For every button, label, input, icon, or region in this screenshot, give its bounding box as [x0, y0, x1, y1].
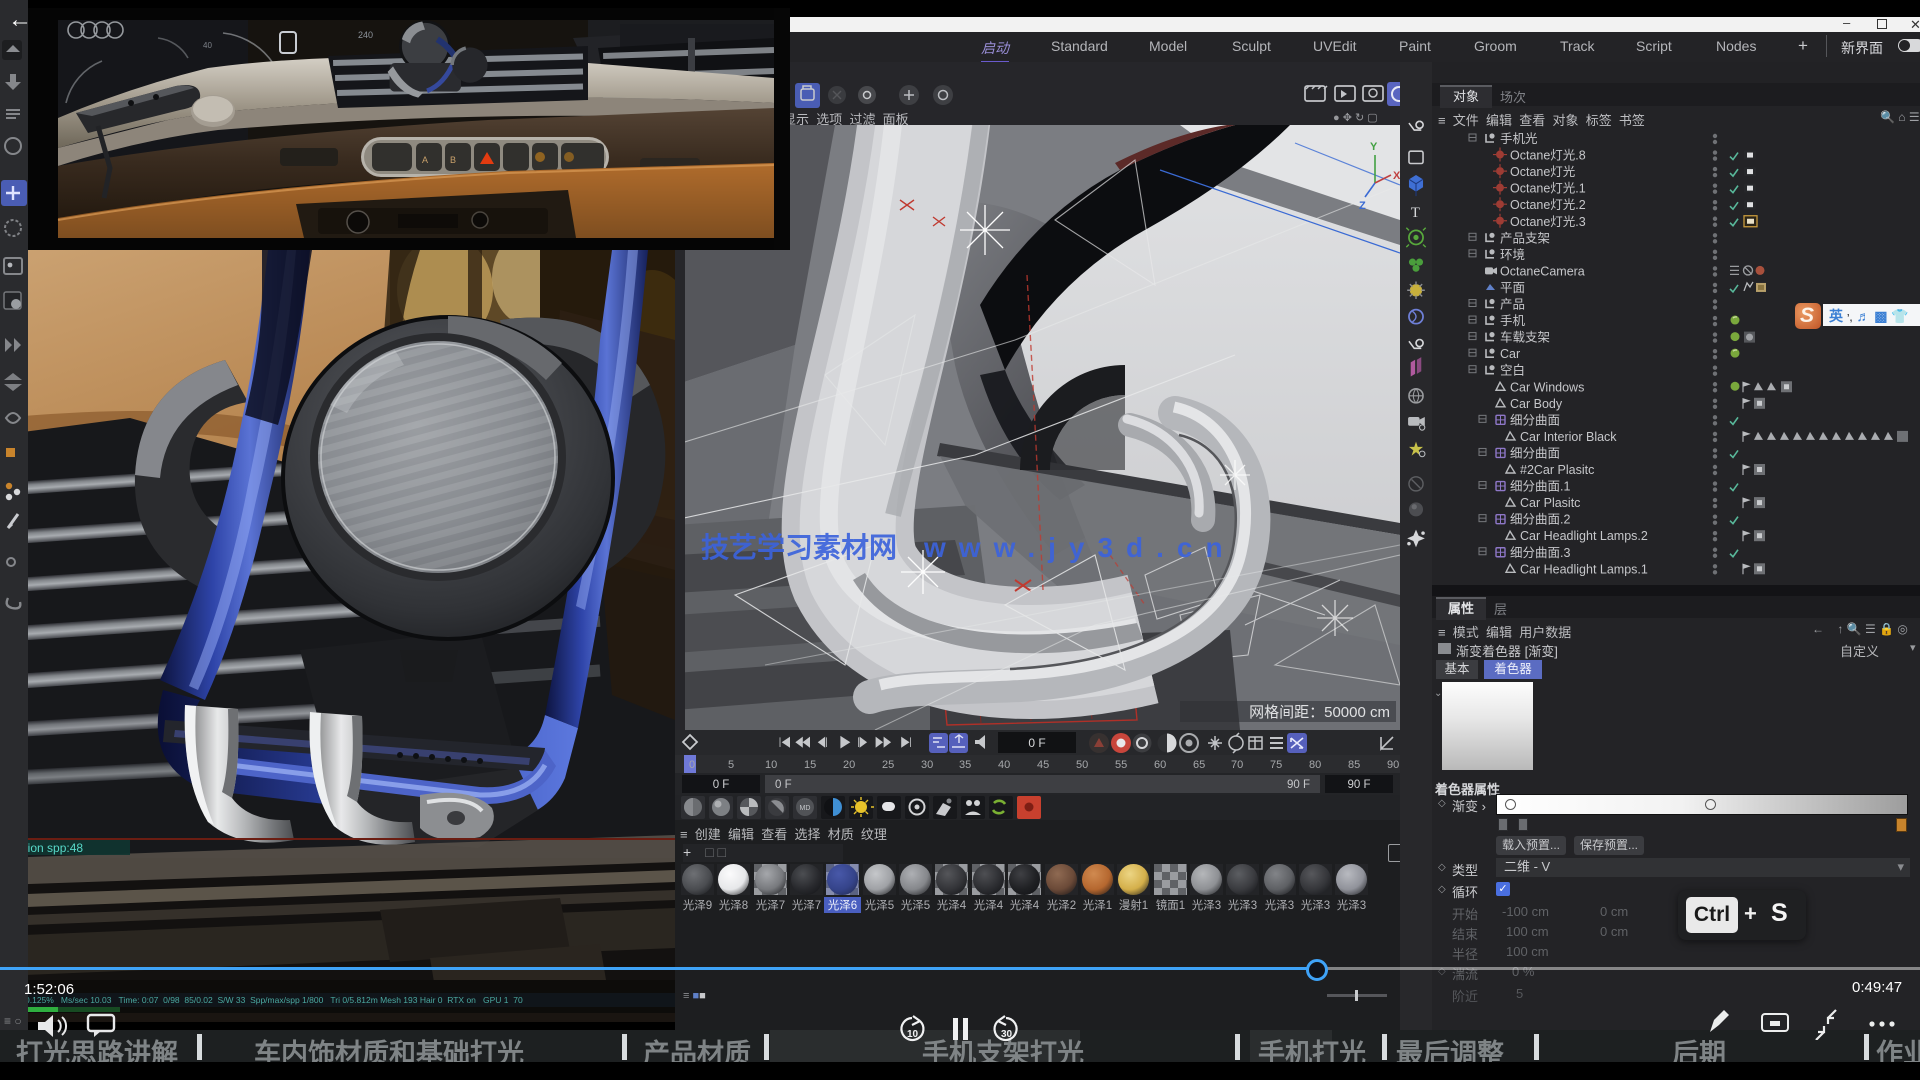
svg-text:20: 20 [843, 759, 855, 771]
svg-text:细分曲面.1: 细分曲面.1 [1510, 480, 1570, 494]
svg-text:65: 65 [1193, 759, 1205, 771]
svg-text:0 F: 0 F [1028, 736, 1045, 750]
svg-text:70: 70 [1231, 759, 1243, 771]
svg-text:90 F: 90 F [1287, 779, 1310, 791]
svg-text:90: 90 [1387, 759, 1399, 771]
svg-text:空白: 空白 [1500, 363, 1525, 378]
svg-text:A: A [422, 155, 428, 165]
svg-text:Octane灯光.3: Octane灯光.3 [1510, 215, 1586, 229]
svg-text:0 F: 0 F [775, 779, 792, 791]
svg-text:10: 10 [765, 759, 777, 771]
svg-text:产品支架: 产品支架 [1500, 231, 1550, 245]
svg-text:Car Plasitc: Car Plasitc [1520, 496, 1580, 510]
svg-text:30: 30 [921, 759, 933, 771]
svg-text:0 F: 0 F [713, 779, 730, 791]
svg-text:Octane灯光.1: Octane灯光.1 [1510, 182, 1586, 196]
svg-text:手机: 手机 [1500, 314, 1526, 328]
svg-text:240: 240 [358, 30, 373, 40]
svg-text:细分曲面.3: 细分曲面.3 [1510, 546, 1570, 560]
svg-text:Car Windows: Car Windows [1510, 380, 1584, 394]
svg-text:OctaneCamera: OctaneCamera [1500, 264, 1585, 278]
svg-text:Car Interior Black: Car Interior Black [1520, 430, 1617, 444]
svg-text:0: 0 [689, 759, 695, 771]
svg-text:10: 10 [907, 1029, 919, 1040]
svg-text:80: 80 [1309, 759, 1321, 771]
svg-text:75: 75 [1270, 759, 1282, 771]
svg-text:5: 5 [728, 759, 734, 771]
svg-text:细分曲面.2: 细分曲面.2 [1510, 513, 1570, 527]
svg-text:Car Headlight Lamps.2: Car Headlight Lamps.2 [1520, 529, 1648, 543]
svg-text:T: T [1411, 205, 1420, 221]
svg-text:Car Body: Car Body [1510, 397, 1563, 411]
svg-text:手机光: 手机光 [1500, 132, 1538, 146]
svg-text:30: 30 [1001, 1029, 1013, 1040]
svg-text:MD: MD [800, 805, 811, 812]
svg-text:40: 40 [203, 41, 212, 50]
svg-text:Z: Z [1359, 200, 1366, 212]
svg-text:Octane灯光.2: Octane灯光.2 [1510, 198, 1586, 212]
svg-text:细分曲面: 细分曲面 [1510, 413, 1560, 427]
svg-text:15: 15 [804, 759, 816, 771]
svg-text:40: 40 [998, 759, 1010, 771]
svg-text:35: 35 [959, 759, 971, 771]
svg-text:25: 25 [882, 759, 894, 771]
svg-text:90 F: 90 F [1347, 779, 1370, 791]
svg-text:55: 55 [1115, 759, 1127, 771]
svg-text:车载支架: 车载支架 [1500, 330, 1550, 345]
svg-text:60: 60 [1154, 759, 1166, 771]
svg-text:环境: 环境 [1500, 247, 1525, 262]
svg-text:Y: Y [1370, 141, 1378, 153]
svg-text:85: 85 [1348, 759, 1360, 771]
svg-text:X: X [1393, 170, 1400, 182]
svg-text:网格间距：50000 cm: 网格间距：50000 cm [1249, 704, 1390, 721]
svg-text:Octane灯光.8: Octane灯光.8 [1510, 149, 1586, 163]
svg-text:#2Car Plasitc: #2Car Plasitc [1520, 463, 1594, 477]
svg-text:平面: 平面 [1500, 281, 1525, 295]
svg-text:Octane灯光: Octane灯光 [1510, 165, 1575, 179]
svg-text:B: B [450, 155, 456, 165]
svg-text:45: 45 [1037, 759, 1049, 771]
svg-text:细分曲面: 细分曲面 [1510, 446, 1560, 460]
svg-text:Car Headlight Lamps.1: Car Headlight Lamps.1 [1520, 562, 1648, 576]
svg-text:Car: Car [1500, 347, 1520, 361]
svg-text:产品: 产品 [1500, 298, 1525, 312]
svg-text:50: 50 [1076, 759, 1088, 771]
